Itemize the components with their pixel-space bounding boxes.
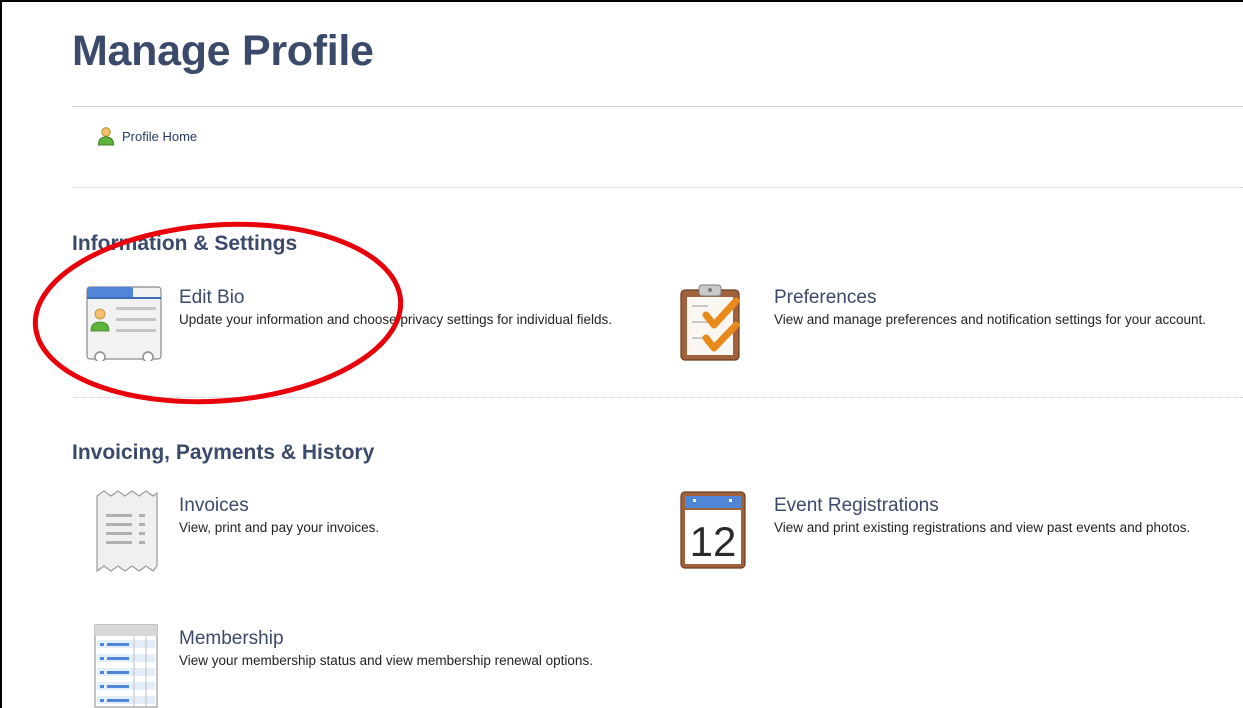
event-registrations-item[interactable]: 12 Event Registrations View and print ex… xyxy=(680,490,1243,572)
calendar-icon: 12 xyxy=(680,491,746,569)
profile-home-link[interactable]: Profile Home xyxy=(96,126,197,146)
membership-description: View your membership status and view mem… xyxy=(179,653,593,668)
clipboard-checklist-icon xyxy=(680,284,740,361)
page-title: Manage Profile xyxy=(72,27,374,75)
membership-label: Membership xyxy=(179,628,284,649)
preferences-label: Preferences xyxy=(774,287,877,308)
profile-home-label: Profile Home xyxy=(122,128,198,144)
section-divider xyxy=(72,397,1243,398)
preferences-item[interactable]: Preferences View and manage preferences … xyxy=(680,283,1243,363)
edit-bio-label: Edit Bio xyxy=(179,287,245,308)
title-divider xyxy=(72,106,1243,107)
invoices-label: Invoices xyxy=(179,495,249,516)
event-registrations-description: View and print existing registrations an… xyxy=(774,520,1191,535)
event-registrations-label: Event Registrations xyxy=(774,495,939,516)
section-title-information-settings: Information & Settings xyxy=(72,232,298,255)
invoices-item[interactable]: Invoices View, print and pay your invoic… xyxy=(96,490,606,572)
calendar-day-number: 12 xyxy=(690,518,737,565)
section-divider xyxy=(72,187,1243,188)
preferences-description: View and manage preferences and notifica… xyxy=(774,312,1207,327)
edit-bio-description: Update your information and choose priva… xyxy=(179,312,612,327)
invoices-description: View, print and pay your invoices. xyxy=(179,520,380,535)
receipt-icon xyxy=(96,490,158,572)
section-title-invoicing-payments-history: Invoicing, Payments & History xyxy=(72,441,375,464)
membership-item[interactable]: Membership View your membership status a… xyxy=(94,624,614,708)
person-icon xyxy=(97,127,115,146)
bio-card-icon xyxy=(86,286,162,361)
edit-bio-item[interactable]: Edit Bio Update your information and cho… xyxy=(86,285,612,365)
membership-table-icon xyxy=(94,624,158,708)
